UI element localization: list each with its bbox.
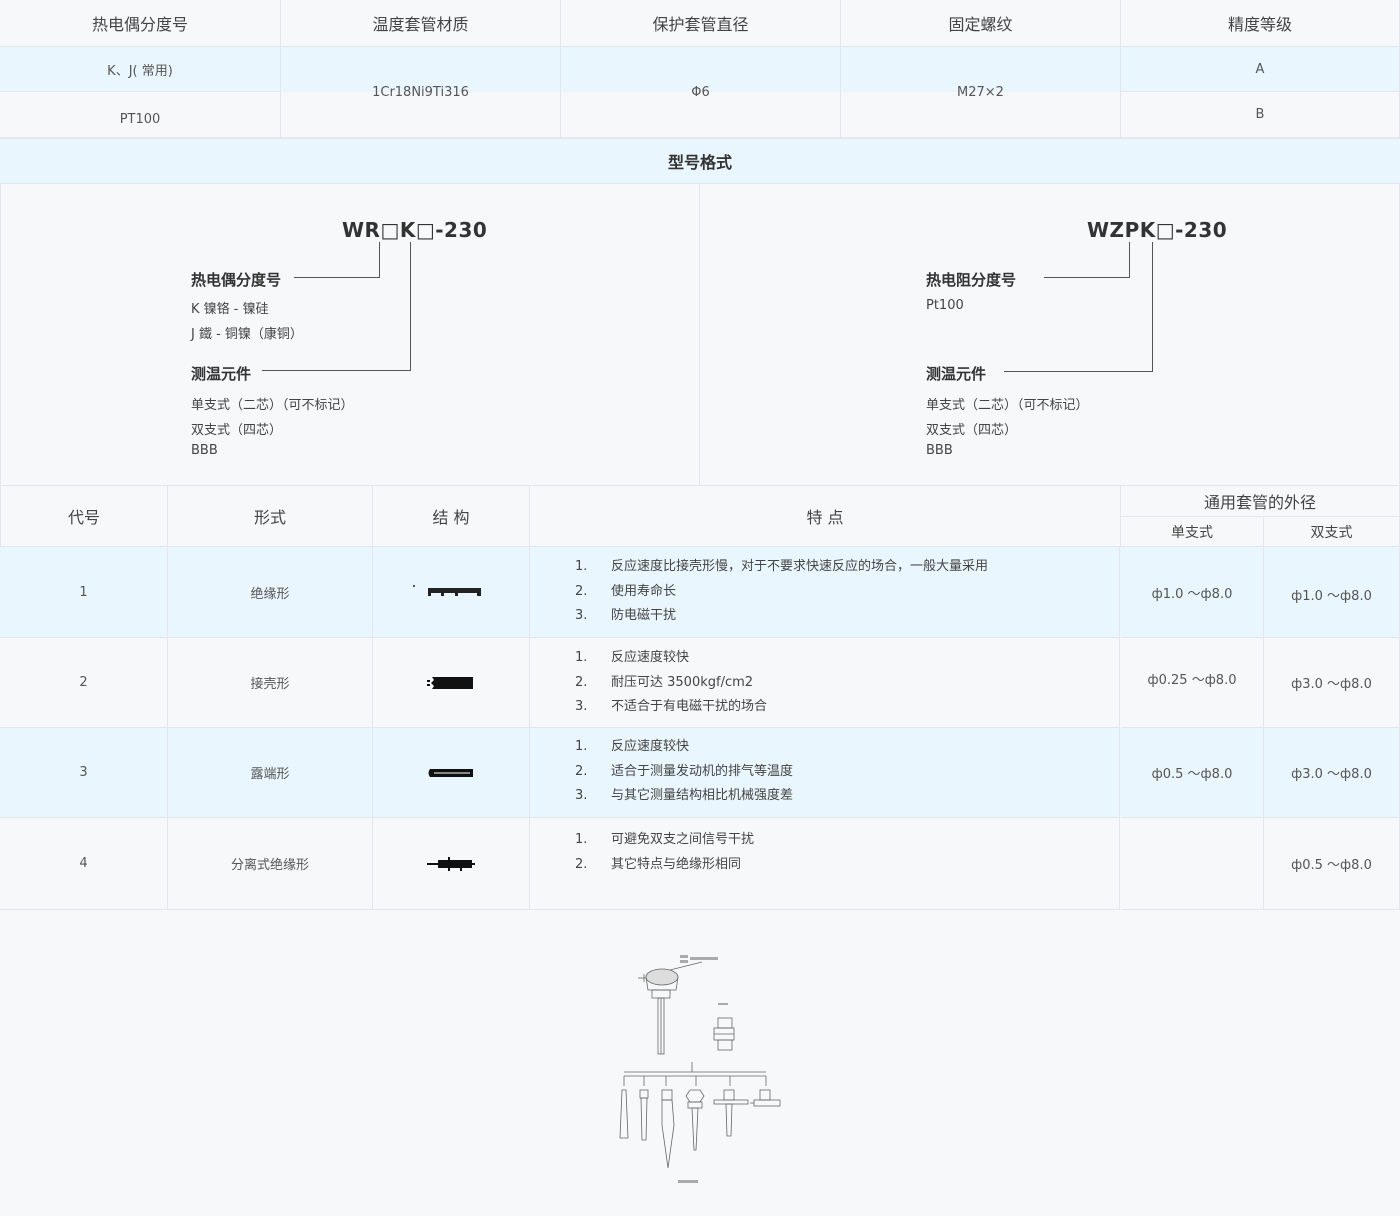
row-1-single: ф1.0 ～ф8.0: [1121, 547, 1264, 638]
feature-item: 1. 反应速度较快: [575, 650, 690, 665]
row-2-double: ф3.0 ～ф8.0: [1264, 638, 1400, 728]
rtd-grade-label: 热电阻分度号: [926, 271, 1017, 289]
row-2-features: 1. 反应速度较快 2. 耐压可达 3500kgf/cm2 3. 不适合于有电磁干扰的…: [530, 638, 1120, 728]
row-3-form: 露端形: [168, 728, 373, 818]
spec-material: 1Cr18Ni9Ti316: [281, 47, 561, 138]
thermocouple-element-option: 双支式（四芯）: [191, 423, 283, 438]
model-format-title: 型号格式: [0, 138, 1400, 184]
spec-header-material: 温度套管材质: [281, 0, 561, 47]
rtd-element-option: 单支式（二芯）（可不标记）: [926, 398, 1089, 413]
rtd-grade-option: Pt100: [926, 298, 964, 313]
row-4-features: 1. 可避免双支之间信号干扰 2. 其它特点与绝缘形相同: [530, 818, 1120, 910]
spec-table: 热电偶分度号 温度套管材质 保护套管直径 固定螺纹 精度等级 K、J( 常用) …: [0, 0, 1400, 138]
feature-item: 2. 耐压可达 3500kgf/cm2: [575, 674, 754, 690]
row-3-structure: [373, 728, 530, 818]
model-format-thermocouple: WR□K□-230 热电偶分度号 K 镍铬 - 镍硅 J 鐵 - 铜镍（康铜） …: [0, 184, 700, 486]
thermocouple-drawing-icon: [619, 955, 781, 1183]
header-structure: 结 构: [373, 486, 530, 547]
row-1-code: 1: [0, 547, 168, 638]
row-3-code: 3: [0, 728, 168, 818]
thermocouple-element-option: 单支式（二芯）（可不标记）: [191, 398, 354, 413]
spec-accuracy-2: B: [1121, 92, 1400, 138]
spec-grade-2: PT100: [0, 92, 281, 138]
rtd-element-option: 双支式（四芯）: [926, 423, 1018, 438]
feature-item: 3. 防电磁干扰: [575, 608, 677, 623]
header-outer-diameter: 通用套管的外径: [1121, 486, 1400, 517]
header-code: 代号: [0, 486, 168, 547]
row-4-double: ф0.5 ～ф8.0: [1264, 818, 1400, 910]
spec-header-thread: 固定螺纹: [841, 0, 1121, 47]
row-2-structure: [373, 638, 530, 728]
connector-line: [1004, 371, 1153, 372]
feature-item: 1. 反应速度较快: [575, 739, 690, 754]
spec-header-grade: 热电偶分度号: [0, 0, 281, 47]
thermocouple-model-code: WR□K□-230: [342, 218, 488, 242]
row-1-structure: [373, 547, 530, 638]
grounded-sheath-icon: [427, 676, 473, 689]
feature-item: 2. 其它特点与绝缘形相同: [575, 856, 742, 872]
feature-item: 3. 不适合于有电磁干扰的场合: [575, 699, 768, 714]
feature-item: 2. 适合于测量发动机的排气等温度: [575, 763, 794, 779]
connector-line: [262, 370, 411, 371]
row-4-structure: [373, 818, 530, 910]
connector-line: [1044, 277, 1130, 278]
types-table: 代号 形式 结 构 特 点 通用套管的外径 单支式 双支式 1 绝缘形 1. 反应…: [0, 486, 1400, 910]
feature-item: 1. 反应速度比接壳形慢，对于不要求快速反应的场合，一般大量采用: [575, 559, 989, 574]
row-2-code: 2: [0, 638, 168, 728]
row-4-form: 分离式绝缘形: [168, 818, 373, 910]
thermocouple-assembly-diagram: [600, 950, 800, 1190]
insulated-sheath-icon: [413, 585, 481, 596]
connector-line: [1152, 242, 1153, 371]
row-1-double: ф1.0 ～ф8.0: [1264, 547, 1400, 638]
spec-header-diameter: 保护套管直径: [561, 0, 841, 47]
connector-line: [410, 242, 411, 370]
header-form: 形式: [168, 486, 373, 547]
row-1-features: 1. 反应速度比接壳形慢，对于不要求快速反应的场合，一般大量采用 2. 使用寿命长 …: [530, 547, 1120, 638]
thermocouple-grade-option: J 鐵 - 铜镍（康铜）: [191, 327, 303, 342]
row-3-double: ф3.0 ～ф8.0: [1264, 728, 1400, 818]
spec-header-accuracy: 精度等级: [1121, 0, 1400, 47]
row-4-code: 4: [0, 818, 168, 910]
header-double: 双支式: [1264, 517, 1400, 547]
rtd-element-option: BBB: [926, 443, 953, 458]
spec-diameter: Φ6: [561, 47, 841, 138]
row-3-single: ф0.5 ～ф8.0: [1121, 728, 1264, 818]
row-3-features: 1. 反应速度较快 2. 适合于测量发动机的排气等温度 3. 与其它测量结构相比机械强…: [530, 728, 1120, 818]
header-single: 单支式: [1121, 517, 1264, 547]
connector-line: [294, 277, 380, 278]
thermocouple-grade-option: K 镍铬 - 镍硅: [191, 302, 269, 317]
rtd-element-label: 测温元件: [926, 365, 987, 383]
row-2-single: ф0.25 ～ф8.0: [1121, 638, 1264, 728]
exposed-junction-icon: [428, 768, 473, 777]
thermocouple-grade-label: 热电偶分度号: [191, 271, 282, 289]
model-format-rtd: WZPK□-230 热电阻分度号 Pt100 测温元件 单支式（二芯）（可不标记…: [700, 184, 1400, 486]
spec-thread: M27×2: [841, 47, 1121, 138]
header-features: 特 点: [530, 486, 1121, 547]
thermocouple-element-label: 测温元件: [191, 365, 252, 383]
feature-item: 3. 与其它测量结构相比机械强度差: [575, 788, 794, 803]
spec-accuracy-1: A: [1121, 47, 1400, 92]
separated-insulated-icon: [427, 856, 475, 871]
feature-item: 2. 使用寿命长: [575, 583, 677, 599]
row-4-single: [1121, 818, 1264, 910]
feature-item: 1. 可避免双支之间信号干扰: [575, 832, 755, 847]
rtd-model-code: WZPK□-230: [1087, 218, 1228, 242]
connector-line: [1129, 242, 1130, 277]
connector-line: [379, 242, 380, 277]
thermocouple-element-option: BBB: [191, 443, 218, 458]
row-2-form: 接壳形: [168, 638, 373, 728]
spec-grade-1: K、J( 常用): [0, 47, 281, 92]
row-1-form: 绝缘形: [168, 547, 373, 638]
